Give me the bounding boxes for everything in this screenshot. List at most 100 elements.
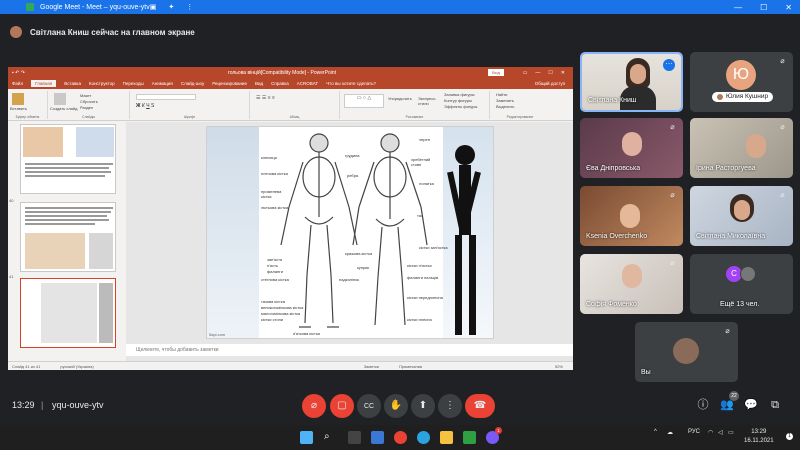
present-screen-icon: ⬆ xyxy=(418,400,428,411)
paste-label: Вставить xyxy=(10,106,27,111)
speaking-indicator-icon: ⋯ xyxy=(663,59,675,71)
ppt-ribbon-tabs: Файл Главная Вставка Конструктор Переход… xyxy=(8,78,573,89)
new-slide-label: Создать слайд xyxy=(50,106,78,111)
skeleton-label: стегнова кістка xyxy=(261,277,289,282)
ribbon-group-label: Редактирование xyxy=(506,115,534,119)
minimize-icon[interactable]: — xyxy=(734,3,742,12)
file-explorer-icon[interactable] xyxy=(440,431,453,444)
participant-tile[interactable]: ⌀ Світлана Миколаївна xyxy=(690,186,793,246)
maximize-icon[interactable]: ☐ xyxy=(760,3,767,12)
raise-hand-button[interactable]: ✋ xyxy=(384,394,408,418)
skeleton-label: ліктьова кістка xyxy=(261,205,289,210)
tray-app-icon[interactable]: ☁ xyxy=(667,429,673,436)
more-options-button[interactable]: ⋮ xyxy=(438,394,462,418)
skeleton-label: кістки стопи xyxy=(261,317,283,322)
ribbon-group-clipboard: Вставить Буфер обмена xyxy=(8,91,48,119)
meeting-time: 13:29 xyxy=(12,400,35,410)
ppt-tab: Справка xyxy=(271,81,289,86)
mic-toggle-button[interactable]: ⌀ xyxy=(302,394,326,418)
mic-off-icon: ⌀ xyxy=(780,192,785,199)
paste-icon xyxy=(12,93,24,105)
ribbon-group-drawing: ▭ ○ △ Упорядочить Экспресс-стили Заливка… xyxy=(340,91,490,119)
ppt-tab-active: Главная xyxy=(31,80,57,87)
captions-icon: CC xyxy=(363,403,375,410)
ppt-tab: Конструктор xyxy=(88,81,115,86)
extensions-puzzle-icon[interactable]: ✦ xyxy=(168,3,174,11)
volume-icon[interactable]: ◁ xyxy=(718,429,723,436)
telegram-icon[interactable] xyxy=(417,431,430,444)
skeleton-label: хребетний стовп xyxy=(411,157,431,167)
skeleton-label: грудина xyxy=(345,153,360,158)
participant-tile-overflow[interactable]: С Ещё 13 чел. xyxy=(690,254,793,314)
notification-icon[interactable]: 1 xyxy=(786,433,793,440)
skeleton-label: крижова кістка xyxy=(345,251,373,256)
participant-tile[interactable]: ⌀ Ksenia Overchenko xyxy=(580,186,683,246)
notes-toggle: Заметки xyxy=(363,363,379,369)
ppt-tab: Вставка xyxy=(64,81,81,86)
chrome-icon[interactable] xyxy=(394,431,407,444)
shared-screen: ▪ ↶ ↷ гольова вінцій[Compatibility Mode]… xyxy=(8,67,573,370)
activities-icon[interactable]: ⧉ xyxy=(768,398,782,412)
ppt-tab: Вид xyxy=(254,81,264,86)
skeleton-label: плечова кістка xyxy=(261,171,288,176)
task-view-icon[interactable] xyxy=(348,431,361,444)
widgets-icon[interactable] xyxy=(371,431,384,444)
slide-number: 41 xyxy=(9,274,14,279)
participant-tile[interactable]: Ю ⌀ Юлия Кушнир xyxy=(690,52,793,112)
shape-outline-label: Контур фигуры xyxy=(444,98,472,103)
skeleton-label: ключиця xyxy=(261,155,277,160)
leave-call-button[interactable]: ☎ xyxy=(465,394,495,418)
skeleton-label: кістки п'ястка xyxy=(407,263,432,268)
replace-label: Заменить xyxy=(496,98,514,103)
participant-name-pill: Юлия Кушнир xyxy=(712,92,774,102)
close-icon[interactable]: ✕ xyxy=(785,3,792,12)
meeting-info-icon[interactable]: ⓘ xyxy=(696,398,710,412)
skeleton-label: кістки передплесна xyxy=(407,295,443,300)
present-button[interactable]: ⬆ xyxy=(411,394,435,418)
slide-thumbnail-pane: 40 41 xyxy=(8,122,126,362)
chat-icon[interactable]: 💬 xyxy=(744,398,758,412)
browser-menu-icon[interactable]: ⋮ xyxy=(186,3,193,11)
notes-pane: Щелкните, чтобы добавить заметки xyxy=(126,344,573,356)
ribbon-group-slides: Создать слайд Макет Сбросить Раздел Слай… xyxy=(48,91,130,119)
participant-tile-self[interactable]: ⌀ Вы xyxy=(635,322,738,382)
participant-tile[interactable]: ⌀ Єва Дніпровська xyxy=(580,118,683,178)
camera-toggle-button[interactable]: ▢ xyxy=(330,394,354,418)
battery-icon[interactable]: ▭ xyxy=(728,429,734,436)
mic-off-icon: ⌀ xyxy=(780,58,785,65)
clock-date: 16.11.2021 xyxy=(744,438,774,444)
skeleton-label: малогомілкова кістка xyxy=(261,311,301,316)
separator: | xyxy=(41,400,44,410)
windows-taskbar: ⌕ 1 ^ ☁ РУС ◠ ◁ ▭ 13:29 16.11.2021 1 xyxy=(0,425,800,450)
extension-meet-icon[interactable]: ▣ xyxy=(150,3,157,11)
input-language[interactable]: РУС xyxy=(688,429,700,435)
system-clock[interactable]: 13:29 16.11.2021 xyxy=(744,428,774,446)
skeleton-label: куприк xyxy=(357,265,370,270)
participant-tile[interactable]: ⌀ Софія Фоменко xyxy=(580,254,683,314)
slide-watermark: 5apl.com xyxy=(209,332,226,337)
captions-button[interactable]: CC xyxy=(357,394,381,418)
window-controls: — ☐ ✕ xyxy=(734,3,792,12)
mic-off-icon: ⌀ xyxy=(780,124,785,131)
layout-label: Макет xyxy=(80,93,92,98)
ppt-tab: Рецензирование xyxy=(212,81,247,86)
comments-toggle: Примечания xyxy=(399,363,423,369)
tray-chevron-icon[interactable]: ^ xyxy=(654,429,657,435)
slide-thumbnail xyxy=(20,202,116,272)
wifi-icon[interactable]: ◠ xyxy=(708,429,713,436)
ppt-tab: Файл xyxy=(12,81,24,86)
screen: Google Meet - Meet – yqu-ouve-ytv ▣ ✦ ⋮ … xyxy=(0,0,800,450)
ppt-signin-button: Вхід xyxy=(488,69,504,76)
participant-tile[interactable]: ⌀ Ірина Расторгуева xyxy=(690,118,793,178)
windows-start-icon[interactable] xyxy=(300,431,313,444)
participant-tile-presenter[interactable]: ⋯ Світлана Книш xyxy=(580,52,683,112)
search-icon[interactable]: ⌕ xyxy=(324,431,337,444)
ppt-window-title: гольова вінцій[Compatibility Mode] - Pow… xyxy=(228,69,337,76)
meet-app-icon[interactable] xyxy=(463,431,476,444)
skeleton-label: череп xyxy=(419,137,430,142)
participant-name: Світлана Книш xyxy=(588,97,637,104)
ribbon-group-editing: Найти Заменить Выделить Редактирование xyxy=(490,91,550,119)
ppt-tab: ACROBAT xyxy=(296,81,319,86)
browser-titlebar: Google Meet - Meet – yqu-ouve-ytv ▣ ✦ ⋮ … xyxy=(0,0,800,14)
skeleton-label: фаланги пальців xyxy=(407,275,439,280)
